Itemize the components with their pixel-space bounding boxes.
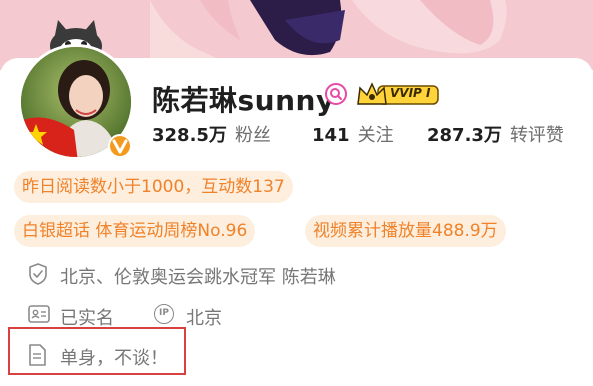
vvip-badge[interactable]: VVIP Ⅰ [356,80,442,108]
ip-location-text: 北京 [186,308,222,329]
username: 陈若琳sunny [152,84,335,117]
stat-label: 关注 [357,125,394,146]
verification-text: 北京、伦敦奥运会跳水冠军 陈若琳 [60,267,336,288]
ip-icon: IP [154,304,174,324]
stat-value: 287.3万 [427,125,502,146]
stat-value: 141 [312,125,350,146]
video-views-chip[interactable]: 视频累计播放量488.9万 [305,215,506,247]
vvip-label: VVIP Ⅰ [390,86,431,100]
verified-v-icon [108,134,132,158]
stat-label: 粉丝 [234,125,271,146]
bio-highlight-box [8,327,186,375]
avatar[interactable] [14,12,138,158]
shield-check-icon [29,263,47,285]
ip-icon-label: IP [159,308,169,318]
stat-label: 转评赞 [509,125,564,146]
super-topic-chip[interactable]: 白银超话 体育运动周榜No.96 [14,215,256,247]
stat-value: 328.5万 [152,125,227,146]
activity-chip[interactable]: 昨日阅读数小于1000，互动数137 [14,171,293,203]
stat-following[interactable]: 141 关注 [312,121,394,147]
pink-badge-icon[interactable] [325,83,347,105]
stat-likes[interactable]: 287.3万 转评赞 [427,121,564,147]
stat-followers[interactable]: 328.5万 粉丝 [152,121,271,147]
id-card-icon [28,305,50,323]
